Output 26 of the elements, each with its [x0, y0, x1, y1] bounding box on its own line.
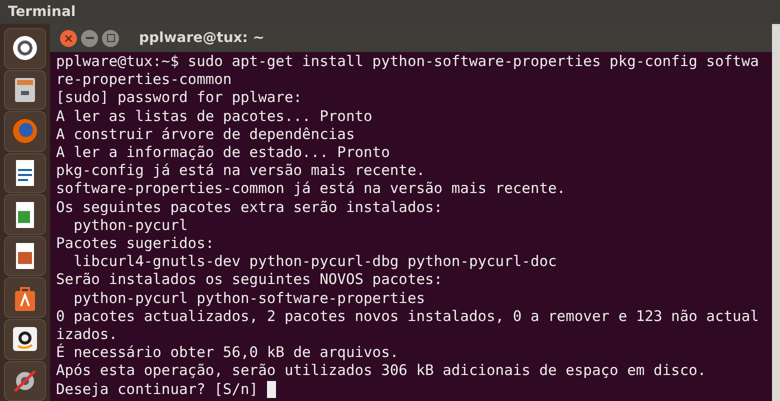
terminal-line: izados. [56, 326, 118, 344]
terminal-line: [sudo] password for pplware: [56, 89, 302, 108]
terminal-line: python-pycurl [72, 216, 188, 236]
text-cursor [266, 380, 276, 398]
terminal-line: pplware@tux:~$ sudo apt-get install python-software-properties pkg-config softwa [56, 53, 759, 72]
terminal-line: 0 pacotes actualizados, 2 pacotes novos instalados, 0 a remover e 123 não actual [56, 308, 759, 326]
terminal-line: É necessário obter 56,0 kB de arquivos. [56, 344, 399, 362]
terminal-line: A ler a informação de estado... Pronto [56, 144, 390, 162]
terminal-line: Os seguintes pacotes extra serão instalados: [56, 198, 443, 217]
close-icon [65, 34, 72, 42]
maximize-button[interactable] [102, 30, 119, 46]
terminal-line: python-pycurl python-software-properties [72, 290, 426, 308]
window-title: pplware@tux: ~ [139, 28, 265, 48]
terminal-line: re-properties-common [56, 71, 232, 90]
terminal-line: Após esta operação, serão utilizados 306 kB adicionais de espaço em disco. [56, 362, 706, 381]
terminal-line: libcurl4-gnutls-dev python-pycurl-dbg python-pycurl-doc [72, 253, 557, 272]
terminal-line: A construir árvore de dependências [56, 126, 355, 144]
terminal-line: Pacotes sugeridos: [56, 235, 214, 254]
terminal-line: software-properties-common já está na versão mais recente. [56, 180, 566, 199]
minimize-button[interactable] [81, 30, 98, 46]
terminal-line: Deseja continuar? [S/n] [56, 380, 260, 399]
close-button[interactable] [60, 30, 77, 46]
terminal-line: A ler as listas de pacotes... Pronto [56, 108, 372, 126]
terminal-line: pkg-config já está na versão mais recente. [56, 162, 426, 180]
panel-title: Terminal [8, 2, 76, 22]
terminal-line: Serão instalados os seguintes NOVOS pacotes: [56, 271, 443, 290]
